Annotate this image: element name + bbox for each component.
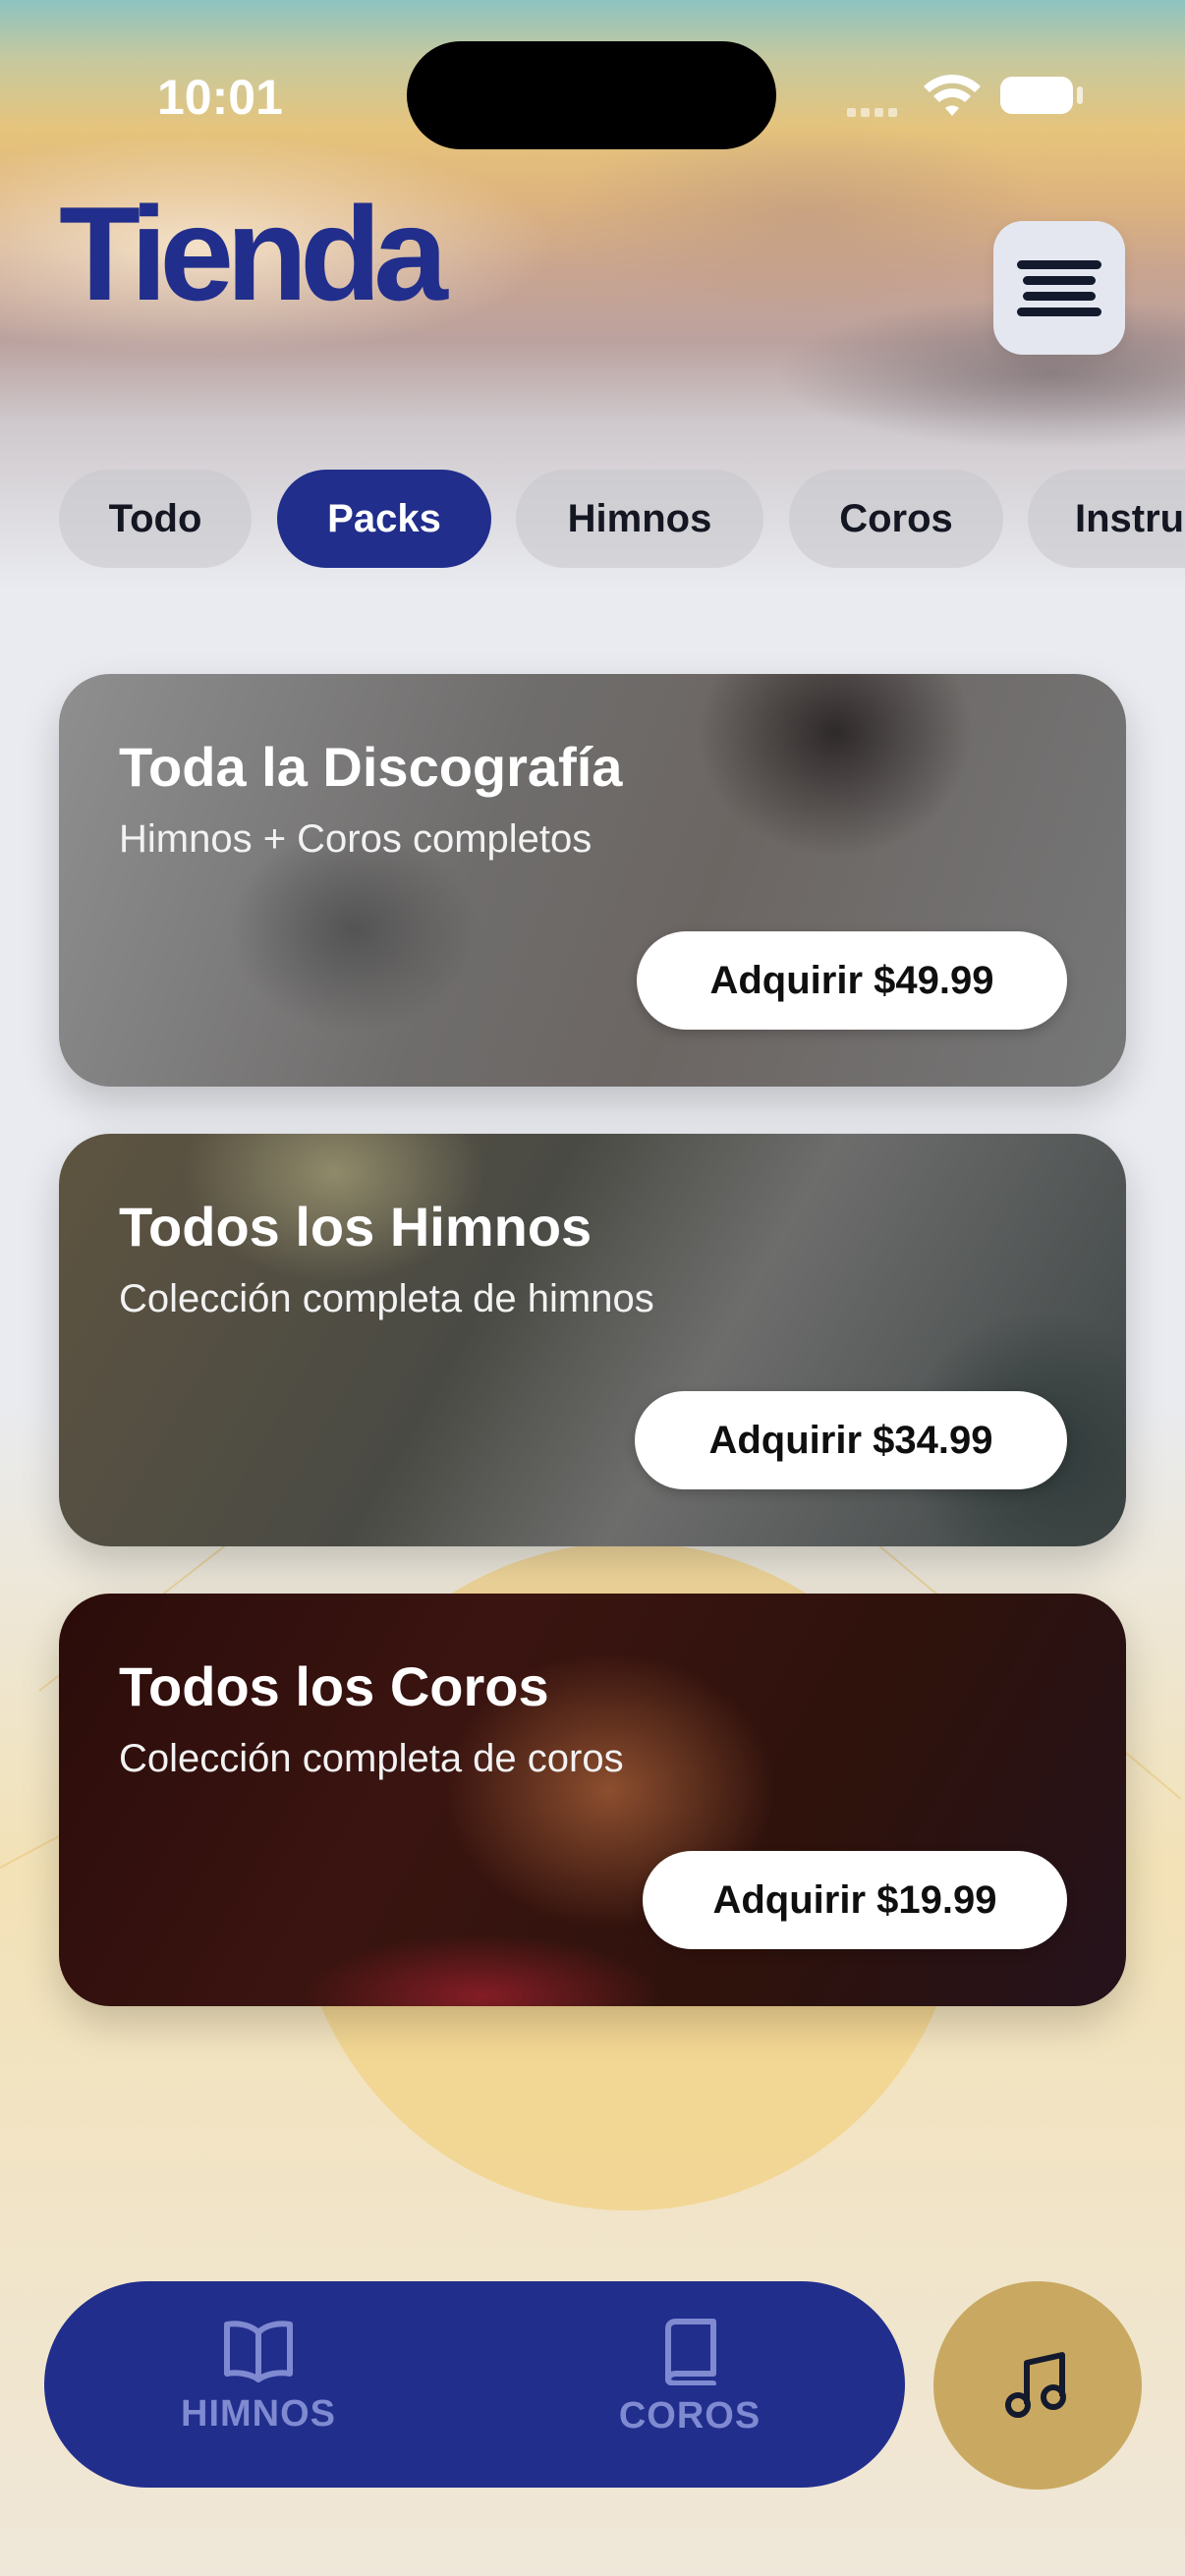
buy-button[interactable]: Adquirir $19.99	[643, 1851, 1067, 1949]
tab-instrumentales[interactable]: Instru	[1028, 470, 1185, 568]
tab-coros[interactable]: Coros	[789, 470, 1003, 568]
tab-himnos[interactable]: Himnos	[516, 470, 763, 568]
nav-label: HIMNOS	[181, 2393, 336, 2435]
music-note-icon	[1005, 2352, 1066, 2418]
nav-item-himnos[interactable]: HIMNOS	[136, 2319, 381, 2436]
pack-card-coros[interactable]: Todos los Coros Colección completa de co…	[59, 1594, 1126, 2006]
nav-item-coros[interactable]: COROS	[567, 2319, 813, 2437]
cellular-signal-icon	[847, 104, 902, 122]
menu-button[interactable]	[993, 221, 1125, 355]
tab-label: Coros	[839, 496, 953, 540]
dynamic-island	[407, 41, 776, 149]
nav-label: COROS	[618, 2395, 762, 2436]
tab-label: Packs	[327, 496, 441, 540]
status-time: 10:01	[157, 70, 283, 125]
status-bar: 10:01	[0, 0, 1185, 187]
tab-label: Himnos	[567, 496, 712, 540]
card-subtitle: Colección completa de himnos	[119, 1277, 654, 1320]
tab-packs[interactable]: Packs	[277, 470, 491, 568]
buy-button[interactable]: Adquirir $34.99	[635, 1391, 1067, 1489]
battery-cap	[1077, 86, 1083, 104]
card-subtitle: Himnos + Coros completos	[119, 817, 592, 861]
battery-icon	[1000, 77, 1073, 114]
tab-label: Todo	[108, 496, 202, 540]
card-subtitle: Colección completa de coros	[119, 1737, 624, 1780]
pack-card-himnos[interactable]: Todos los Himnos Colección completa de h…	[59, 1134, 1126, 1546]
card-title: Todos los Coros	[119, 1655, 549, 1717]
page-title: Tienda	[59, 179, 448, 328]
tab-todo[interactable]: Todo	[59, 470, 252, 568]
pack-card-discografia[interactable]: Toda la Discografía Himnos + Coros compl…	[59, 674, 1126, 1087]
wifi-icon	[924, 74, 981, 116]
card-title: Todos los Himnos	[119, 1196, 592, 1258]
category-tabs: Todo Packs Himnos Coros Instru	[0, 470, 1185, 572]
bottom-nav: HIMNOS COROS	[44, 2281, 905, 2488]
music-button[interactable]	[933, 2281, 1142, 2490]
book-icon	[665, 2319, 716, 2385]
buy-button[interactable]: Adquirir $49.99	[637, 931, 1067, 1030]
tab-label: Instru	[1075, 496, 1185, 540]
card-title: Toda la Discografía	[119, 736, 623, 798]
menu-icon	[1017, 260, 1101, 316]
book-open-icon	[224, 2321, 293, 2382]
